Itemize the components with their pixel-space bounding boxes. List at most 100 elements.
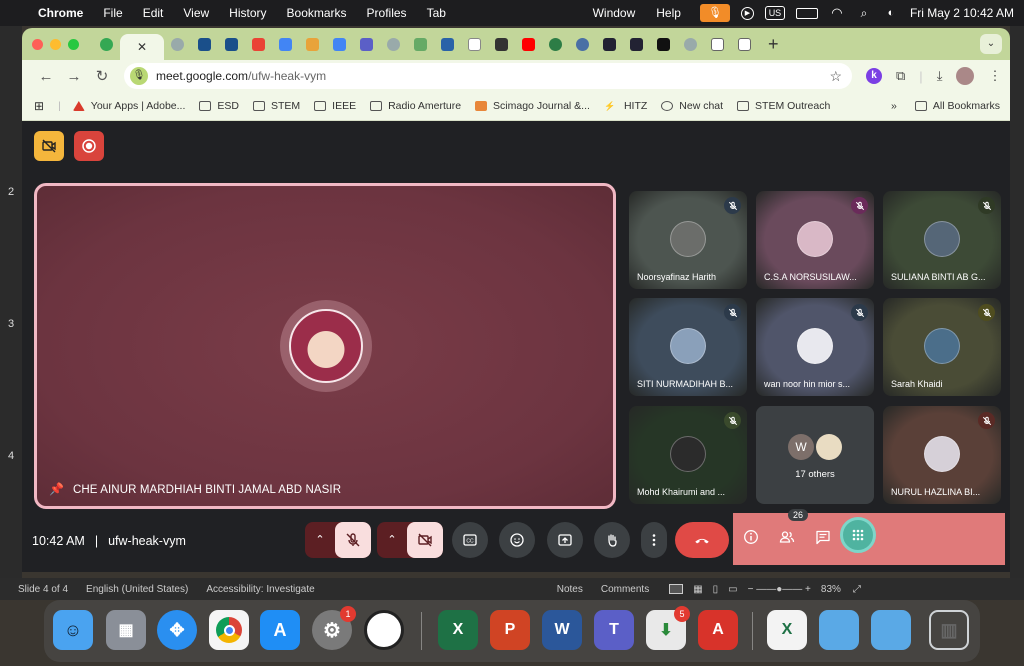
- pin-icon[interactable]: 📌: [49, 482, 64, 496]
- excel-doc-dock-icon[interactable]: X: [767, 610, 807, 650]
- tab[interactable]: [164, 33, 191, 55]
- acrobat-dock-icon[interactable]: A: [698, 610, 738, 650]
- tab[interactable]: [569, 33, 596, 55]
- clock-dock-icon[interactable]: [364, 610, 404, 650]
- chrome-menu-icon[interactable]: ⋮: [988, 68, 1001, 84]
- menu-view[interactable]: View: [183, 6, 209, 20]
- app-store-dock-icon[interactable]: A: [260, 610, 300, 650]
- participant-tile[interactable]: SITI NURMADIHAH B...: [629, 298, 747, 396]
- raise-hand-button[interactable]: [594, 522, 630, 558]
- slide-sorter-icon[interactable]: ▦: [693, 584, 702, 595]
- participant-tile[interactable]: Mohd Khairumi and ...: [629, 406, 747, 504]
- tab[interactable]: [299, 33, 326, 55]
- tab[interactable]: [704, 33, 731, 55]
- slide-number[interactable]: 2: [8, 186, 14, 198]
- bookmark-star-icon[interactable]: ☆: [829, 68, 842, 85]
- tab[interactable]: [731, 33, 758, 55]
- menu-file[interactable]: File: [103, 6, 122, 20]
- input-source-indicator[interactable]: US: [764, 6, 785, 20]
- captions-button[interactable]: CC: [452, 522, 488, 558]
- menu-profiles[interactable]: Profiles: [367, 6, 407, 20]
- recording-icon[interactable]: [74, 131, 104, 161]
- bookmark-adobe[interactable]: Your Apps | Adobe...: [72, 100, 185, 112]
- participant-tile[interactable]: wan noor hin mior s...: [756, 298, 874, 396]
- reading-view-icon[interactable]: ▯: [713, 584, 719, 595]
- slideshow-icon[interactable]: ▭: [728, 584, 737, 595]
- tab[interactable]: [353, 33, 380, 55]
- tab[interactable]: [272, 33, 299, 55]
- language-status[interactable]: English (United States): [86, 584, 188, 595]
- tab[interactable]: [434, 33, 461, 55]
- menu-window[interactable]: Window: [593, 6, 636, 20]
- bookmark-folder-esd[interactable]: ESD: [199, 100, 239, 112]
- more-bookmarks-icon[interactable]: »: [891, 100, 897, 112]
- leave-call-button[interactable]: [675, 522, 729, 558]
- participant-tile[interactable]: NURUL HAZLINA BI...: [883, 406, 1001, 504]
- back-button[interactable]: ←: [32, 68, 60, 85]
- url-text[interactable]: meet.google.com/ufw-heak-vym: [156, 69, 326, 83]
- menu-history[interactable]: History: [229, 6, 266, 20]
- folder-2-dock-icon[interactable]: [871, 610, 911, 650]
- control-center-icon[interactable]: ◐: [883, 6, 899, 20]
- tab[interactable]: [623, 33, 650, 55]
- slide-number[interactable]: 4: [8, 450, 14, 462]
- normal-view-icon[interactable]: [669, 584, 684, 594]
- zoom-level[interactable]: 83%: [821, 584, 841, 595]
- finder-dock-icon[interactable]: ☺: [53, 610, 93, 650]
- slide-number[interactable]: 3: [8, 318, 14, 330]
- accessibility-status[interactable]: Accessibility: Investigate: [206, 584, 314, 595]
- tab[interactable]: [407, 33, 434, 55]
- teams-dock-icon[interactable]: T: [594, 610, 634, 650]
- close-window-button[interactable]: [32, 38, 43, 50]
- participant-tile[interactable]: SULIANA BINTI AB G...: [883, 191, 1001, 289]
- safari-dock-icon[interactable]: ✥: [157, 610, 197, 650]
- zoom-window-button[interactable]: [68, 38, 79, 50]
- menu-bookmarks[interactable]: Bookmarks: [287, 6, 347, 20]
- bookmark-hitz[interactable]: ⚡ HITZ: [604, 100, 647, 112]
- tab-search-button[interactable]: ⌄: [980, 34, 1002, 54]
- participant-tile[interactable]: C.S.A NORSUSILAW...: [756, 191, 874, 289]
- participant-tile[interactable]: Sarah Khaidi: [883, 298, 1001, 396]
- video-options-chevron-icon[interactable]: ⌃: [377, 522, 407, 558]
- microphone-status-icon[interactable]: 🎙: [699, 4, 730, 22]
- tab-meet-icon[interactable]: [93, 33, 120, 55]
- tab[interactable]: [461, 33, 488, 55]
- folder-dock-icon[interactable]: [819, 610, 859, 650]
- menubar-clock[interactable]: Fri May 2 10:42 AM: [910, 6, 1014, 20]
- bookmark-folder-radio[interactable]: Radio Amerture: [370, 100, 461, 112]
- bookmark-new-chat[interactable]: New chat: [661, 100, 723, 112]
- tab[interactable]: [488, 33, 515, 55]
- tab-active[interactable]: ✕: [120, 34, 164, 60]
- ppt-scrollbar[interactable]: [1010, 26, 1024, 600]
- present-button[interactable]: [547, 522, 583, 558]
- menu-help[interactable]: Help: [656, 6, 681, 20]
- minimize-window-button[interactable]: [50, 38, 61, 50]
- launchpad-dock-icon[interactable]: ▦: [106, 610, 146, 650]
- menu-edit[interactable]: Edit: [143, 6, 164, 20]
- tab[interactable]: [542, 33, 569, 55]
- chat-button[interactable]: [811, 525, 835, 549]
- people-button[interactable]: [775, 525, 799, 549]
- forward-button[interactable]: →: [60, 68, 88, 85]
- wifi-icon[interactable]: ◠: [829, 6, 845, 20]
- menu-tab[interactable]: Tab: [427, 6, 446, 20]
- meeting-info-button[interactable]: [739, 525, 763, 549]
- bookmark-scimago[interactable]: Scimago Journal &...: [475, 100, 590, 112]
- play-status-icon[interactable]: ▶: [740, 6, 754, 20]
- notes-button[interactable]: Notes: [557, 584, 583, 595]
- trash-dock-icon[interactable]: ▥: [929, 610, 969, 650]
- spotlight-icon[interactable]: ⌕: [856, 6, 872, 20]
- profile-avatar[interactable]: [956, 67, 975, 85]
- comments-button[interactable]: Comments: [601, 584, 649, 595]
- tab[interactable]: [650, 33, 677, 55]
- powerpoint-dock-icon[interactable]: P: [490, 610, 530, 650]
- camera-off-indicator-icon[interactable]: [34, 131, 64, 161]
- extension-k-icon[interactable]: k: [866, 68, 882, 84]
- extensions-puzzle-icon[interactable]: ⧉: [896, 68, 905, 84]
- new-tab-button[interactable]: +: [768, 34, 779, 55]
- tab[interactable]: [380, 33, 407, 55]
- activities-button[interactable]: [840, 517, 876, 553]
- camera-off-button[interactable]: [407, 522, 443, 558]
- microphone-in-use-icon[interactable]: 🎙: [130, 67, 148, 85]
- more-options-button[interactable]: [641, 522, 667, 558]
